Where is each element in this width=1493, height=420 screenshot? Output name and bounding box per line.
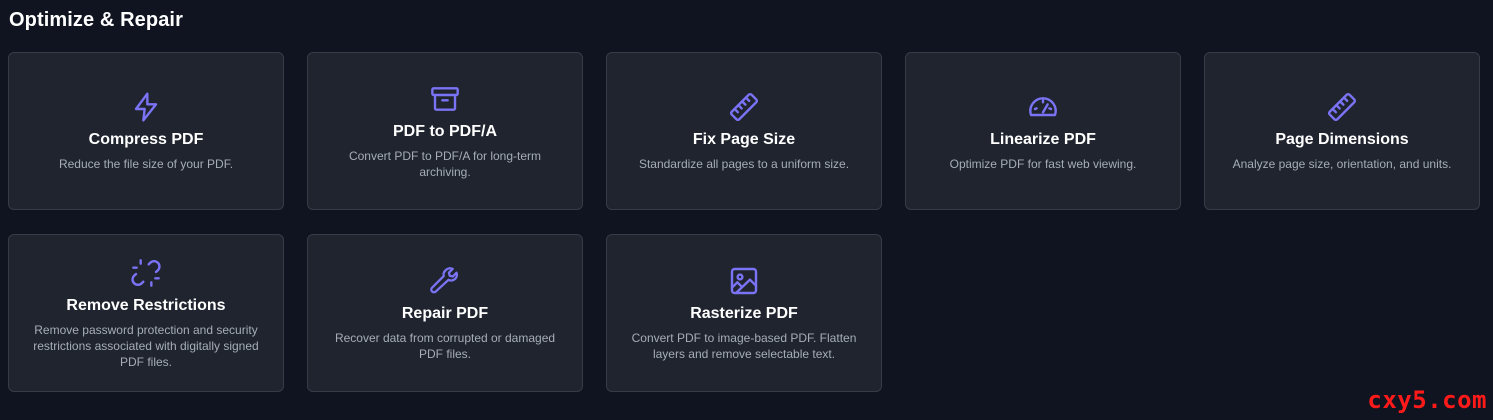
card-repair-pdf[interactable]: Repair PDF Recover data from corrupted o… bbox=[307, 234, 583, 392]
card-fix-page-size[interactable]: Fix Page Size Standardize all pages to a… bbox=[606, 52, 882, 210]
card-remove-restrictions[interactable]: Remove Restrictions Remove password prot… bbox=[8, 234, 284, 392]
wrench-icon bbox=[428, 264, 462, 298]
gauge-icon bbox=[1026, 90, 1060, 124]
card-title: Compress PDF bbox=[88, 131, 204, 148]
card-description: Recover data from corrupted or damaged P… bbox=[334, 331, 556, 361]
ruler-icon bbox=[1325, 90, 1359, 124]
section-title: Optimize & Repair bbox=[9, 9, 183, 31]
card-title: Repair PDF bbox=[401, 305, 489, 322]
card-pdf-to-pdfa[interactable]: PDF to PDF/A Convert PDF to PDF/A for lo… bbox=[307, 52, 583, 210]
card-description: Convert PDF to PDF/A for long-term archi… bbox=[348, 149, 542, 179]
watermark: cxy5.com bbox=[1367, 386, 1487, 414]
image-icon bbox=[727, 264, 761, 298]
card-rasterize-pdf[interactable]: Rasterize PDF Convert PDF to image-based… bbox=[606, 234, 882, 392]
card-description: Remove password protection and security … bbox=[33, 323, 259, 369]
broken-link-icon bbox=[129, 256, 163, 290]
archive-icon bbox=[428, 82, 462, 116]
ruler-icon bbox=[727, 90, 761, 124]
card-compress-pdf[interactable]: Compress PDF Reduce the file size of you… bbox=[8, 52, 284, 210]
card-title: Remove Restrictions bbox=[66, 297, 226, 314]
card-title: PDF to PDF/A bbox=[393, 123, 497, 140]
card-title: Linearize PDF bbox=[990, 131, 1096, 148]
card-title: Page Dimensions bbox=[1275, 131, 1409, 148]
lightning-icon bbox=[129, 90, 163, 124]
card-description: Analyze page size, orientation, and unit… bbox=[1232, 157, 1452, 171]
card-description: Reduce the file size of your PDF. bbox=[58, 157, 234, 171]
card-description: Convert PDF to image-based PDF. Flatten … bbox=[631, 331, 857, 361]
card-description: Optimize PDF for fast web viewing. bbox=[949, 157, 1137, 171]
card-linearize-pdf[interactable]: Linearize PDF Optimize PDF for fast web … bbox=[905, 52, 1181, 210]
card-description: Standardize all pages to a uniform size. bbox=[638, 157, 850, 171]
tool-grid: Compress PDF Reduce the file size of you… bbox=[8, 52, 1480, 392]
card-title: Rasterize PDF bbox=[690, 305, 798, 322]
card-page-dimensions[interactable]: Page Dimensions Analyze page size, orien… bbox=[1204, 52, 1480, 210]
card-title: Fix Page Size bbox=[692, 131, 796, 148]
